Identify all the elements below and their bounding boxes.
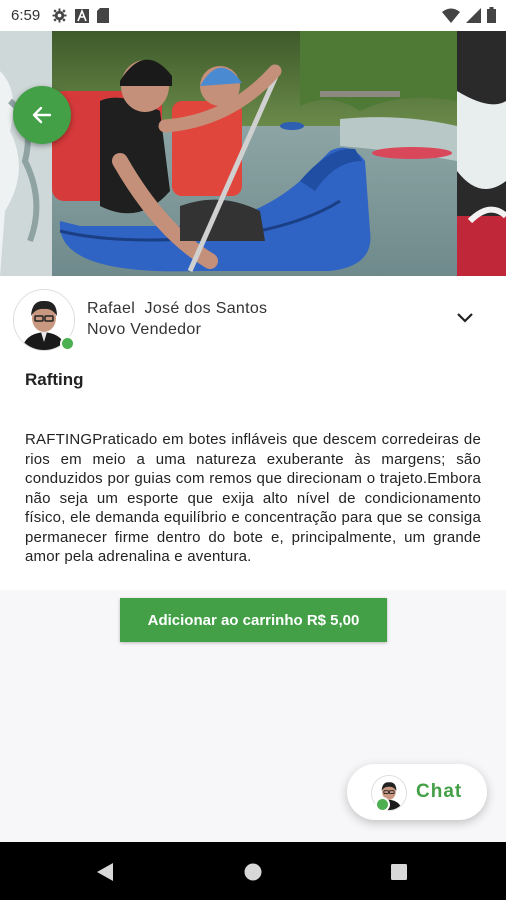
seller-name: Rafael José dos Santos [87, 300, 268, 317]
chat-online-dot [375, 797, 390, 812]
gear-icon [52, 8, 67, 23]
product-description: RAFTINGPraticado em botes infláveis que … [25, 431, 481, 565]
product-image-carousel[interactable] [0, 31, 506, 276]
arrow-left-icon [32, 106, 52, 124]
a-icon [75, 8, 90, 23]
battery-icon [487, 7, 496, 23]
seller-header[interactable]: Rafael José dos Santos Novo Vendedor [0, 276, 506, 360]
online-status-dot [60, 336, 75, 351]
status-icons-right [442, 7, 496, 23]
nav-back-icon[interactable] [96, 862, 114, 882]
product-details: Rafting RAFTINGPraticado em botes infláv… [0, 360, 506, 590]
status-bar: 6:59 [0, 0, 506, 31]
nav-recents-icon[interactable] [391, 864, 407, 880]
status-time: 6:59 [11, 7, 41, 24]
chat-label: Chat [416, 781, 463, 802]
status-icons-left [52, 8, 110, 23]
nav-home-icon[interactable] [244, 863, 262, 881]
sd-card-icon [97, 8, 110, 23]
back-button[interactable] [13, 86, 71, 144]
navigation-bar [0, 842, 506, 900]
chat-button[interactable]: Chat [347, 764, 487, 820]
product-title: Rafting [25, 370, 84, 389]
wifi-icon [442, 8, 460, 23]
rafting-photo [0, 31, 506, 276]
signal-icon [466, 7, 481, 23]
chevron-down-icon[interactable] [455, 310, 475, 326]
seller-role: Novo Vendedor [87, 321, 202, 338]
add-to-cart-button[interactable]: Adicionar ao carrinho R$ 5,00 [120, 598, 387, 642]
